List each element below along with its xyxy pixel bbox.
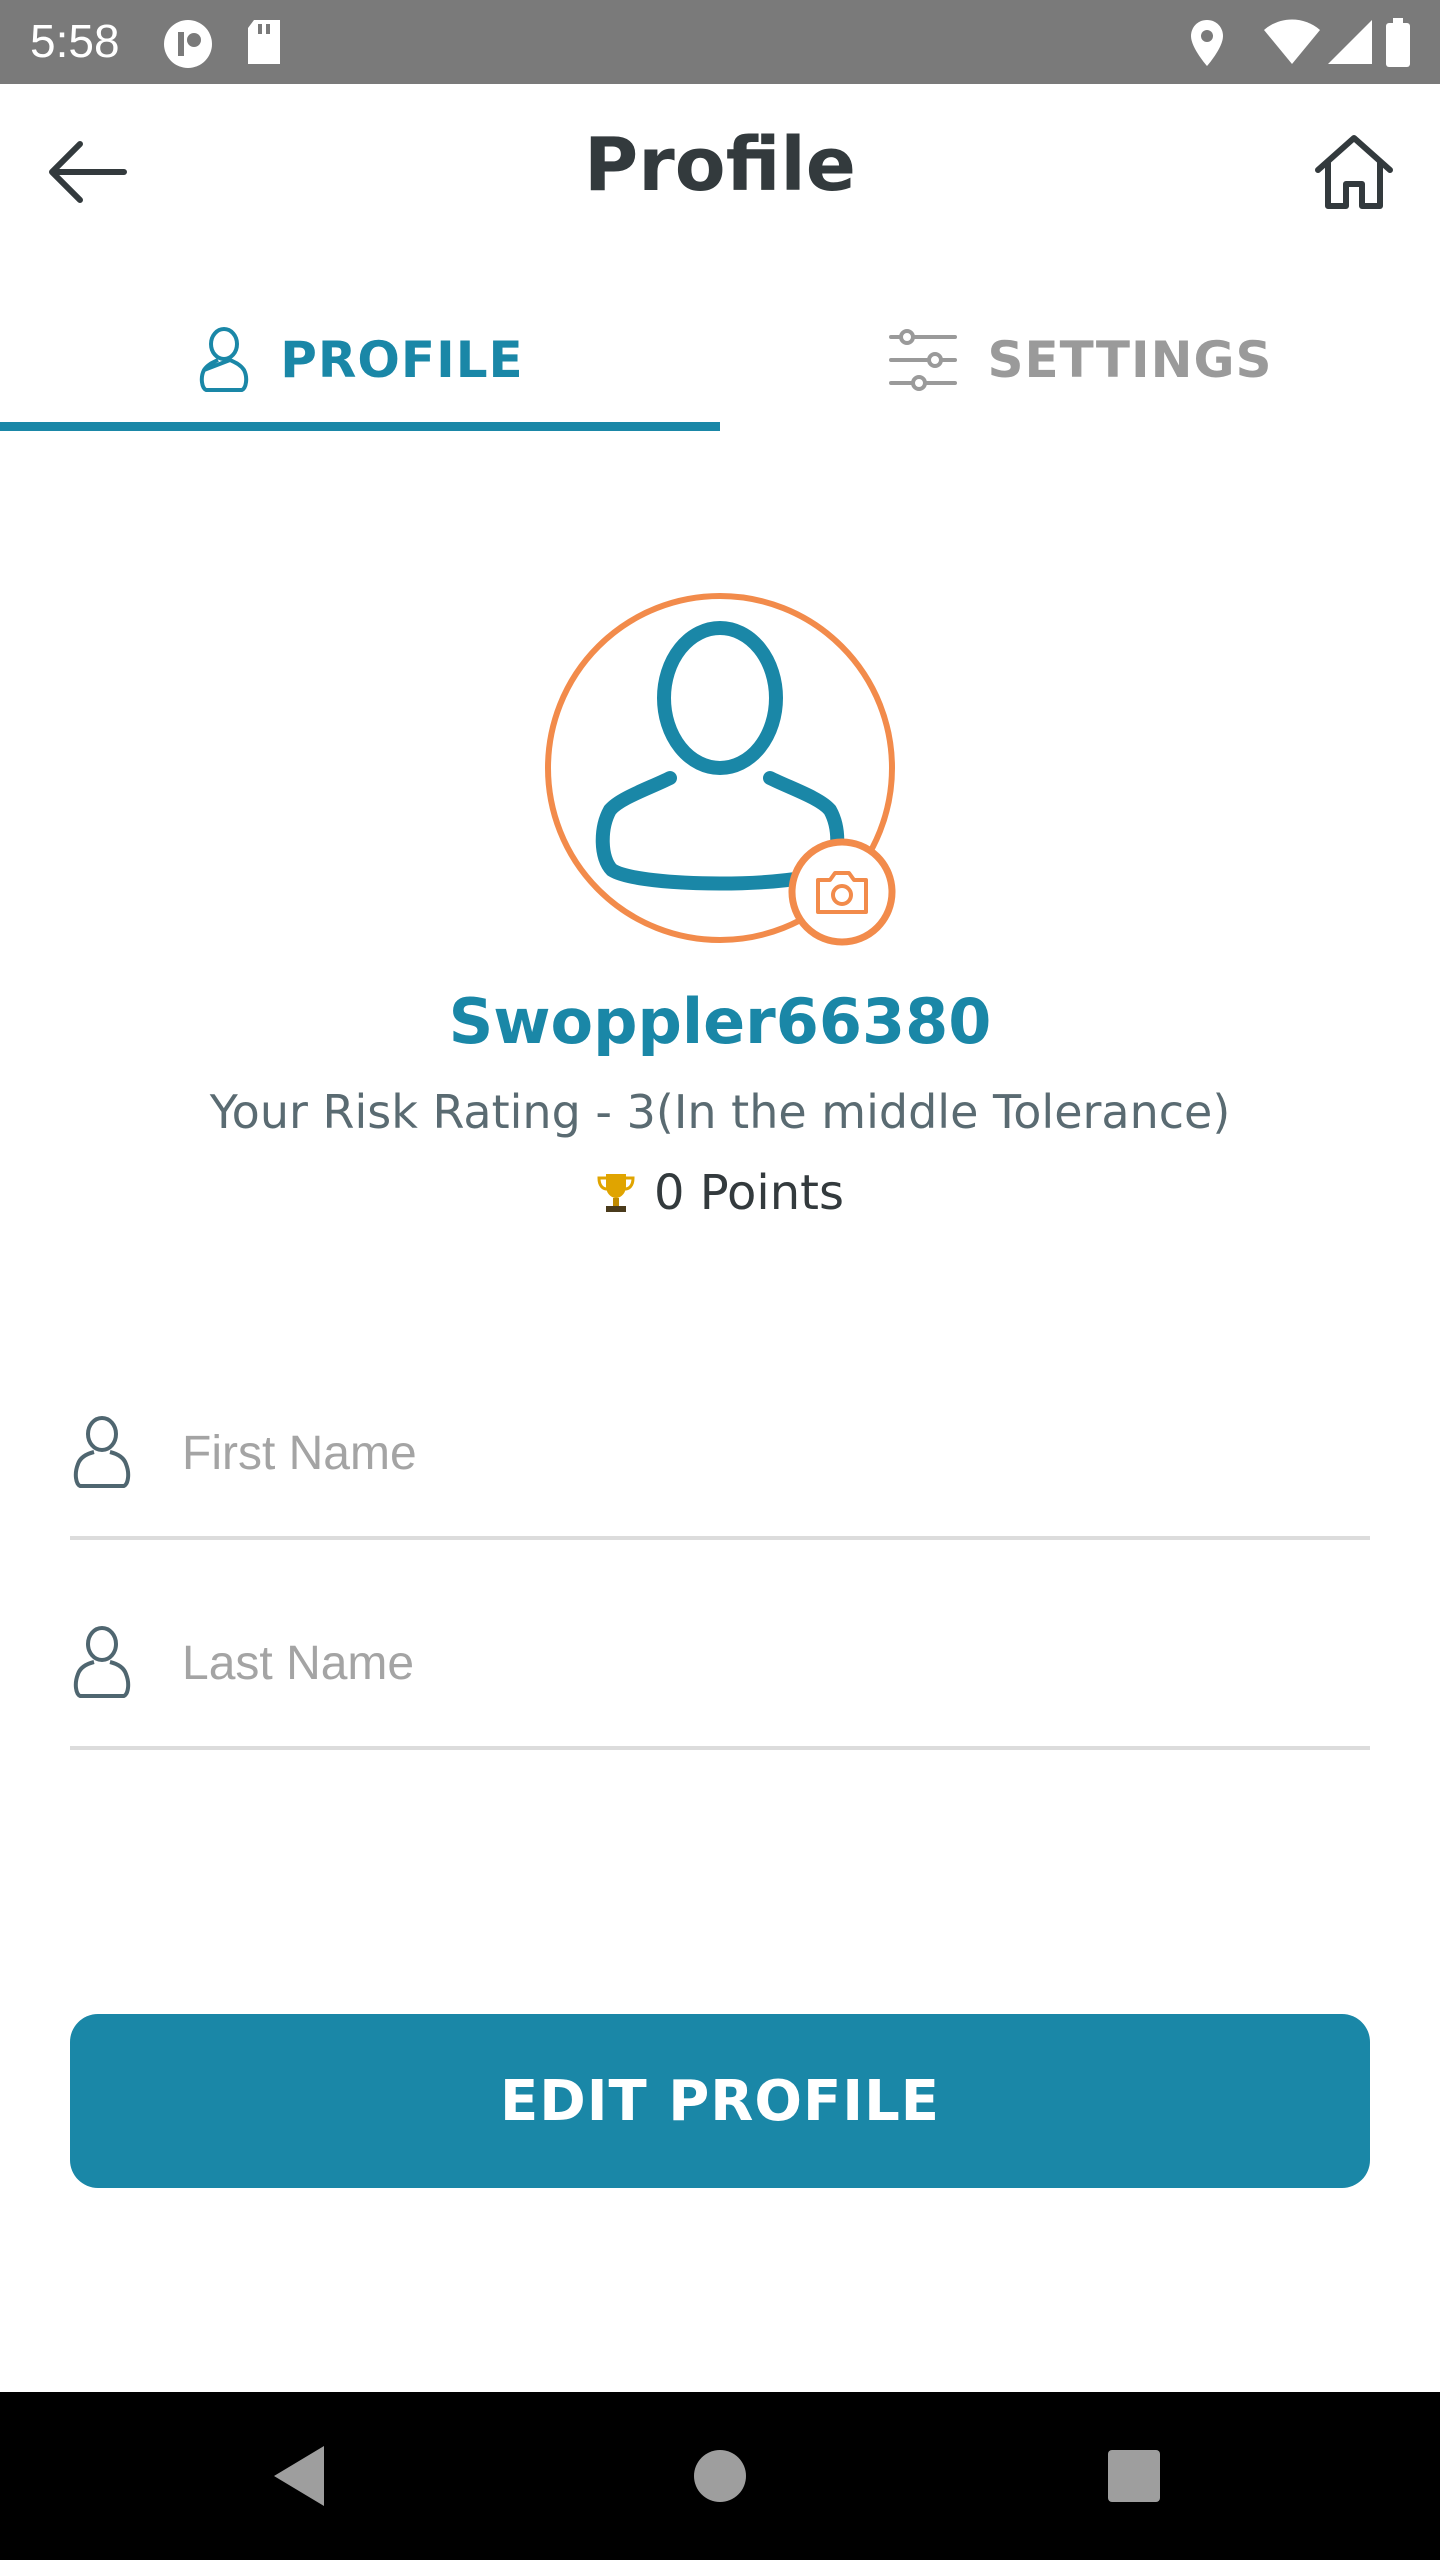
first-name-input[interactable]	[182, 1408, 1362, 1498]
first-name-field	[70, 1400, 1370, 1540]
location-icon	[1191, 20, 1223, 66]
status-bar: 5:58	[0, 0, 1440, 84]
tab-profile-label: PROFILE	[280, 331, 524, 389]
trophy-icon	[597, 1174, 635, 1212]
last-name-input[interactable]	[182, 1618, 1362, 1708]
wifi-icon	[1264, 19, 1320, 64]
system-nav-bar	[0, 2392, 1440, 2560]
tab-bar: PROFILE SETTINGS	[0, 290, 1440, 435]
risk-rating: Your Risk Rating - 3(In the middle Toler…	[209, 1085, 1231, 1139]
camera-icon	[788, 838, 896, 946]
change-photo-button[interactable]	[788, 838, 896, 946]
edit-profile-button[interactable]: EDIT PROFILE	[70, 2014, 1370, 2188]
sliders-icon	[889, 329, 958, 391]
tab-active-indicator	[0, 422, 720, 431]
user-outline-icon	[73, 1626, 131, 1698]
points-row: 0 Points	[0, 1165, 1440, 1221]
tab-profile[interactable]: PROFILE	[0, 290, 720, 435]
page-title: Profile	[584, 122, 856, 208]
app-bar: Profile	[0, 84, 1440, 260]
nav-home-icon[interactable]	[678, 2434, 762, 2518]
home-button[interactable]	[1306, 124, 1402, 220]
points-value: 0 Points	[654, 1165, 844, 1221]
nav-recents-icon[interactable]	[1092, 2434, 1176, 2518]
cell-signal-icon	[1328, 20, 1372, 64]
battery-icon	[1386, 18, 1410, 67]
status-time: 5:58	[30, 15, 120, 67]
last-name-field	[70, 1610, 1370, 1750]
home-icon	[1315, 135, 1393, 209]
app-notification-icon	[164, 20, 212, 68]
tab-settings[interactable]: SETTINGS	[720, 290, 1440, 435]
username: Swoppler66380	[448, 985, 992, 1058]
user-outline-icon	[200, 327, 249, 392]
nav-back-icon[interactable]	[260, 2434, 344, 2518]
sd-card-icon	[248, 20, 280, 64]
tab-settings-label: SETTINGS	[987, 331, 1273, 389]
user-outline-icon	[73, 1416, 131, 1488]
